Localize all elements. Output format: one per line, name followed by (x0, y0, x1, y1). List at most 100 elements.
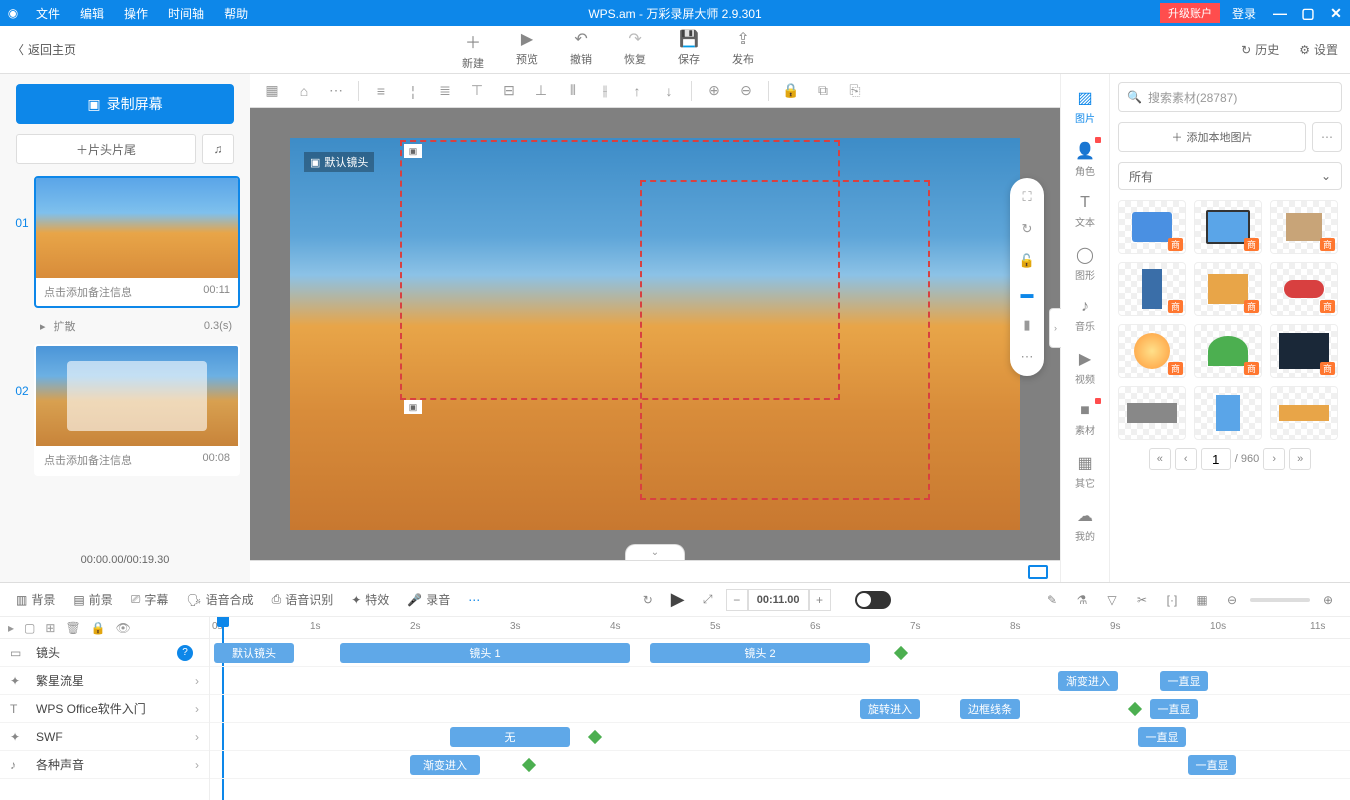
tl-record-button[interactable]: 🎤录音 (401, 591, 456, 608)
menu-edit[interactable]: 编辑 (70, 5, 114, 22)
timeline-row[interactable]: 无 一直显 (210, 723, 1350, 751)
timeline-row[interactable]: 默认镜头 镜头 1 镜头 2 (210, 639, 1350, 667)
tl-effect-button[interactable]: ✦特效 (345, 591, 395, 608)
clip-always-show[interactable]: 一直显 (1160, 671, 1208, 691)
asset-thumb[interactable]: 商 (1118, 200, 1186, 254)
copy-icon[interactable]: ⧉ (809, 77, 837, 105)
tl-zoom-slider[interactable] (1250, 598, 1310, 602)
tl-eye-icon[interactable]: 👁 (116, 621, 131, 635)
slide-caption[interactable]: 点击添加备注信息 (44, 284, 132, 300)
asset-thumb[interactable]: 商 (1194, 262, 1262, 316)
keyframe[interactable] (1128, 702, 1142, 716)
canvas-stage[interactable]: ▣默认镜头 ▣ ▣ (290, 138, 1020, 530)
clip-camera-1[interactable]: 镜头 1 (340, 643, 630, 663)
music-button[interactable]: ♫ (202, 134, 234, 164)
tab-video[interactable]: ▶视频 (1061, 343, 1109, 392)
clip-always-show[interactable]: 一直显 (1138, 727, 1186, 747)
tl-toggle[interactable] (855, 591, 891, 609)
tab-character[interactable]: 👤角色 (1061, 135, 1109, 184)
asset-thumb[interactable] (1270, 386, 1338, 440)
redo-button[interactable]: ↷恢复 (608, 29, 662, 71)
more-icon[interactable]: ⋯ (322, 77, 350, 105)
align-bottom-icon[interactable]: ⊥ (527, 77, 555, 105)
keyframe[interactable] (522, 758, 536, 772)
publish-button[interactable]: ⇪发布 (716, 29, 770, 71)
clip-fade-in[interactable]: 渐变进入 (410, 755, 480, 775)
clip-border-line[interactable]: 边框线条 (960, 699, 1020, 719)
tab-shape[interactable]: ◯图形 (1061, 239, 1109, 288)
align-right-icon[interactable]: ≣ (431, 77, 459, 105)
arrange-back-icon[interactable]: ↓ (655, 77, 683, 105)
asset-thumb[interactable]: 商 (1118, 324, 1186, 378)
asset-thumb[interactable]: 商 (1118, 262, 1186, 316)
clip-fade-in[interactable]: 渐变进入 (1058, 671, 1118, 691)
align-left-icon[interactable]: ≡ (367, 77, 395, 105)
tl-zoomout-icon[interactable]: ⊖ (1220, 588, 1244, 612)
menu-timeline[interactable]: 时间轴 (158, 5, 214, 22)
tl-subtitle-button[interactable]: ⎚字幕 (125, 591, 175, 608)
paste-icon[interactable]: ⎘ (841, 77, 869, 105)
tl-foreground-button[interactable]: ▤前景 (67, 591, 118, 608)
pager-input[interactable] (1201, 448, 1231, 470)
asset-thumb[interactable]: 商 (1270, 200, 1338, 254)
tl-background-button[interactable]: ▥背景 (10, 591, 61, 608)
track-text[interactable]: TWPS Office软件入门› (0, 695, 209, 723)
upgrade-button[interactable]: 升级账户 (1160, 3, 1220, 23)
new-button[interactable]: ＋新建 (446, 29, 500, 71)
lock-icon[interactable]: 🔒 (777, 77, 805, 105)
clip-always-show[interactable]: 一直显 (1150, 699, 1198, 719)
save-button[interactable]: 💾保存 (662, 29, 716, 71)
add-more-button[interactable]: ⋯ (1312, 122, 1342, 152)
distribute-h-icon[interactable]: ⫴ (559, 77, 587, 105)
menu-file[interactable]: 文件 (26, 5, 70, 22)
tl-lock-icon[interactable]: 🔒 (91, 621, 106, 635)
tl-add-icon[interactable]: ⊞ (45, 621, 55, 635)
settings-button[interactable]: ⚙设置 (1299, 41, 1338, 58)
pager-next[interactable]: › (1263, 448, 1285, 470)
distribute-v-icon[interactable]: ⫲ (591, 77, 619, 105)
track-swf[interactable]: ✦SWF› (0, 723, 209, 751)
tl-expand-icon[interactable]: ▸ (8, 621, 14, 635)
clip-rotate-in[interactable]: 旋转进入 (860, 699, 920, 719)
slide-caption[interactable]: 点击添加备注信息 (44, 452, 132, 468)
tl-time-display[interactable]: 00:11.00 (748, 589, 809, 611)
pager-last[interactable]: » (1289, 448, 1311, 470)
dock-repeat-icon[interactable]: ↻ (1018, 220, 1036, 238)
align-middle-icon[interactable]: ⊟ (495, 77, 523, 105)
asset-thumb[interactable]: 商 (1270, 324, 1338, 378)
align-center-icon[interactable]: ¦ (399, 77, 427, 105)
asset-thumb[interactable]: 商 (1194, 200, 1262, 254)
slide-thumbnail-2[interactable]: 点击添加备注信息00:08 (34, 344, 240, 476)
zoom-out-icon[interactable]: ⊖ (732, 77, 760, 105)
head-tail-button[interactable]: ＋片头片尾 (16, 134, 196, 164)
home-icon[interactable]: ⌂ (290, 77, 318, 105)
transition-row[interactable]: ▸ 扩散 0.3(s) (10, 312, 240, 344)
keyframe[interactable] (588, 730, 602, 744)
camera-handle-icon[interactable]: ▣ (404, 400, 422, 414)
menu-help[interactable]: 帮助 (214, 5, 258, 22)
undo-button[interactable]: ↶撤销 (554, 29, 608, 71)
zoom-in-icon[interactable]: ⊕ (700, 77, 728, 105)
camera-handle-icon[interactable]: ▣ (404, 144, 422, 158)
help-icon[interactable]: ? (177, 645, 193, 661)
clip-camera-2[interactable]: 镜头 2 (650, 643, 870, 663)
add-local-image-button[interactable]: ＋添加本地图片 (1118, 122, 1306, 152)
tl-zoomin-icon[interactable]: ⊕ (1316, 588, 1340, 612)
camera-region-2[interactable] (640, 180, 930, 500)
tab-image[interactable]: ▨图片 (1061, 82, 1109, 131)
tab-mine[interactable]: ☁我的 (1061, 500, 1109, 549)
tab-material[interactable]: ■素材 (1061, 396, 1109, 443)
dock-unlock-icon[interactable]: 🔓 (1018, 252, 1036, 270)
timeline-row[interactable]: 渐变进入 一直显 (210, 751, 1350, 779)
asset-thumb[interactable] (1194, 386, 1262, 440)
collapse-handle[interactable]: ⌄ (625, 544, 685, 560)
dock-fit-icon[interactable]: ⛶ (1018, 188, 1036, 206)
asset-thumb[interactable]: 商 (1270, 262, 1338, 316)
asset-thumb[interactable]: 商 (1194, 324, 1262, 378)
tl-bracket-icon[interactable]: [·] (1160, 588, 1184, 612)
keyframe[interactable] (894, 646, 908, 660)
clip-none[interactable]: 无 (450, 727, 570, 747)
preview-button[interactable]: ▶预览 (500, 29, 554, 71)
track-camera[interactable]: ▭镜头? (0, 639, 209, 667)
track-stars[interactable]: ✦繁星流星› (0, 667, 209, 695)
